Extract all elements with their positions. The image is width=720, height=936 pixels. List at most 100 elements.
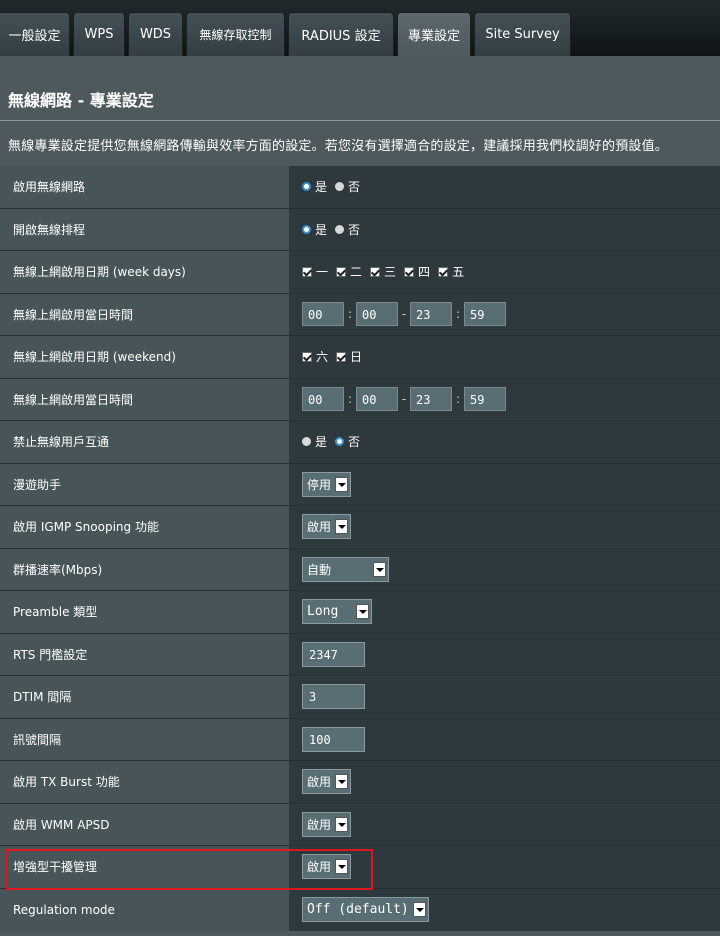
- checkbox-label: 日: [350, 350, 363, 365]
- setting-label: 漫遊助手: [0, 463, 289, 505]
- start-hour-input[interactable]: 00: [302, 387, 344, 412]
- checkbox-checked-icon: [404, 266, 415, 277]
- setting-label: 無線上網啟用日期 (week days): [0, 251, 289, 293]
- setting-label: 啟用 IGMP Snooping 功能: [0, 506, 289, 548]
- start-minute-input[interactable]: 00: [356, 302, 398, 327]
- regulation-mode-select[interactable]: Off (default): [302, 897, 429, 923]
- dropdown-arrow-icon: [335, 816, 349, 832]
- interference-management-select[interactable]: 啟用: [302, 854, 352, 880]
- checkbox-label: 四: [418, 265, 431, 280]
- setting-label: Regulation mode: [0, 888, 289, 931]
- checkbox-wednesday[interactable]: 三: [370, 263, 396, 280]
- setting-row-tx-burst: 啟用 TX Burst 功能 啟用: [0, 761, 720, 804]
- checkbox-saturday[interactable]: 六: [302, 348, 328, 365]
- radio-no[interactable]: 否: [335, 221, 360, 238]
- setting-row-roaming-assistant: 漫遊助手 停用: [0, 463, 720, 506]
- setting-value: 啟用: [289, 846, 720, 888]
- setting-label: 訊號間隔: [0, 718, 289, 760]
- setting-label: RTS 門檻設定: [0, 633, 289, 675]
- start-minute-input[interactable]: 00: [356, 387, 398, 412]
- setting-row-ap-isolation: 禁止無線用戶互通 是 否: [0, 421, 720, 464]
- checkbox-checked-icon: [438, 266, 449, 277]
- tab-site-survey[interactable]: Site Survey: [474, 12, 571, 56]
- checkbox-label: 一: [316, 265, 329, 280]
- radio-yes[interactable]: 是: [302, 433, 327, 450]
- checkbox-sunday[interactable]: 日: [336, 348, 362, 365]
- tab-label: Site Survey: [485, 27, 560, 42]
- setting-value: 啟用: [289, 761, 720, 803]
- divider: [0, 120, 720, 121]
- tab-label: 專業設定: [407, 29, 460, 44]
- setting-value: 00 : 00 - 23 : 59: [289, 378, 720, 420]
- radio-label: 否: [348, 222, 361, 237]
- radio-selected-icon: [335, 437, 345, 447]
- setting-value: 00 : 00 - 23 : 59: [289, 293, 720, 335]
- preamble-select[interactable]: Long: [302, 599, 372, 625]
- setting-value: Long: [289, 591, 720, 633]
- setting-row-enable-schedule: 開啟無線排程 是 否: [0, 208, 720, 251]
- tab-wds[interactable]: WDS: [128, 12, 183, 56]
- end-hour-input[interactable]: 23: [410, 302, 452, 327]
- checkbox-monday[interactable]: 一: [302, 263, 328, 280]
- radio-yes[interactable]: 是: [302, 221, 327, 238]
- colon: :: [347, 392, 353, 407]
- setting-row-preamble: Preamble 類型 Long: [0, 591, 720, 634]
- setting-value: 是 否: [289, 208, 720, 250]
- dropdown-arrow-icon: [356, 604, 369, 620]
- colon: :: [455, 307, 461, 322]
- igmp-snooping-select[interactable]: 啟用: [302, 514, 352, 540]
- tab-label: 一般設定: [8, 29, 61, 44]
- beacon-interval-input[interactable]: 100: [302, 726, 365, 752]
- checkbox-label: 六: [316, 350, 329, 365]
- checkbox-thursday[interactable]: 四: [404, 263, 430, 280]
- start-hour-input[interactable]: 00: [302, 302, 344, 327]
- tx-burst-select[interactable]: 啟用: [302, 769, 352, 795]
- setting-label: DTIM 間隔: [0, 676, 289, 718]
- select-value: 啟用: [307, 817, 332, 832]
- tab-general[interactable]: 一般設定: [0, 12, 70, 56]
- dtim-interval-input[interactable]: 3: [302, 684, 365, 710]
- end-hour-input[interactable]: 23: [410, 387, 452, 412]
- radio-yes[interactable]: 是: [302, 178, 327, 195]
- select-value: 啟用: [307, 860, 332, 875]
- radio-selected-icon: [302, 182, 311, 192]
- end-minute-input[interactable]: 59: [464, 302, 506, 327]
- setting-row-enable-wireless: 啟用無線網路 是 否: [0, 166, 720, 209]
- dropdown-arrow-icon: [335, 476, 349, 492]
- setting-value: 一 二 三 四 五: [289, 251, 720, 293]
- radio-unselected-icon: [302, 437, 311, 447]
- checkbox-friday[interactable]: 五: [438, 263, 464, 280]
- checkbox-tuesday[interactable]: 二: [336, 263, 362, 280]
- dash: -: [401, 392, 407, 407]
- setting-label: 無線上網啟用當日時間: [0, 293, 289, 335]
- setting-value: 100: [289, 718, 720, 760]
- setting-label: 啟用無線網路: [0, 166, 289, 208]
- setting-label: 啟用 TX Burst 功能: [0, 761, 289, 803]
- end-minute-input[interactable]: 59: [464, 387, 506, 412]
- setting-label: Preamble 類型: [0, 591, 289, 633]
- tab-wps[interactable]: WPS: [73, 12, 125, 56]
- setting-row-weekday-time: 無線上網啟用當日時間 00 : 00 - 23 : 59: [0, 293, 720, 336]
- radio-unselected-icon: [335, 182, 345, 192]
- setting-value: Off (default): [289, 888, 720, 931]
- select-value: 停用: [307, 477, 332, 492]
- setting-value: 2347: [289, 633, 720, 675]
- radio-selected-icon: [302, 224, 311, 234]
- setting-row-weekday-dates: 無線上網啟用日期 (week days) 一 二 三 四 五: [0, 251, 720, 294]
- dropdown-arrow-icon: [373, 561, 386, 577]
- setting-row-igmp-snooping: 啟用 IGMP Snooping 功能 啟用: [0, 506, 720, 549]
- tab-wireless-mac-filter[interactable]: 無線存取控制: [186, 12, 285, 56]
- tab-radius-setting[interactable]: RADIUS 設定: [288, 12, 394, 56]
- wmm-apsd-select[interactable]: 啟用: [302, 811, 352, 837]
- roaming-assistant-select[interactable]: 停用: [302, 471, 352, 497]
- checkbox-checked-icon: [302, 351, 312, 362]
- tab-professional[interactable]: 專業設定: [397, 12, 471, 56]
- setting-label: 啟用 WMM APSD: [0, 803, 289, 845]
- radio-label: 是: [315, 222, 328, 237]
- radio-no[interactable]: 否: [335, 433, 360, 450]
- rts-threshold-input[interactable]: 2347: [302, 641, 365, 667]
- setting-value: 自動: [289, 548, 720, 590]
- setting-value: 啟用: [289, 803, 720, 845]
- radio-no[interactable]: 否: [335, 178, 360, 195]
- multicast-rate-select[interactable]: 自動: [302, 556, 389, 582]
